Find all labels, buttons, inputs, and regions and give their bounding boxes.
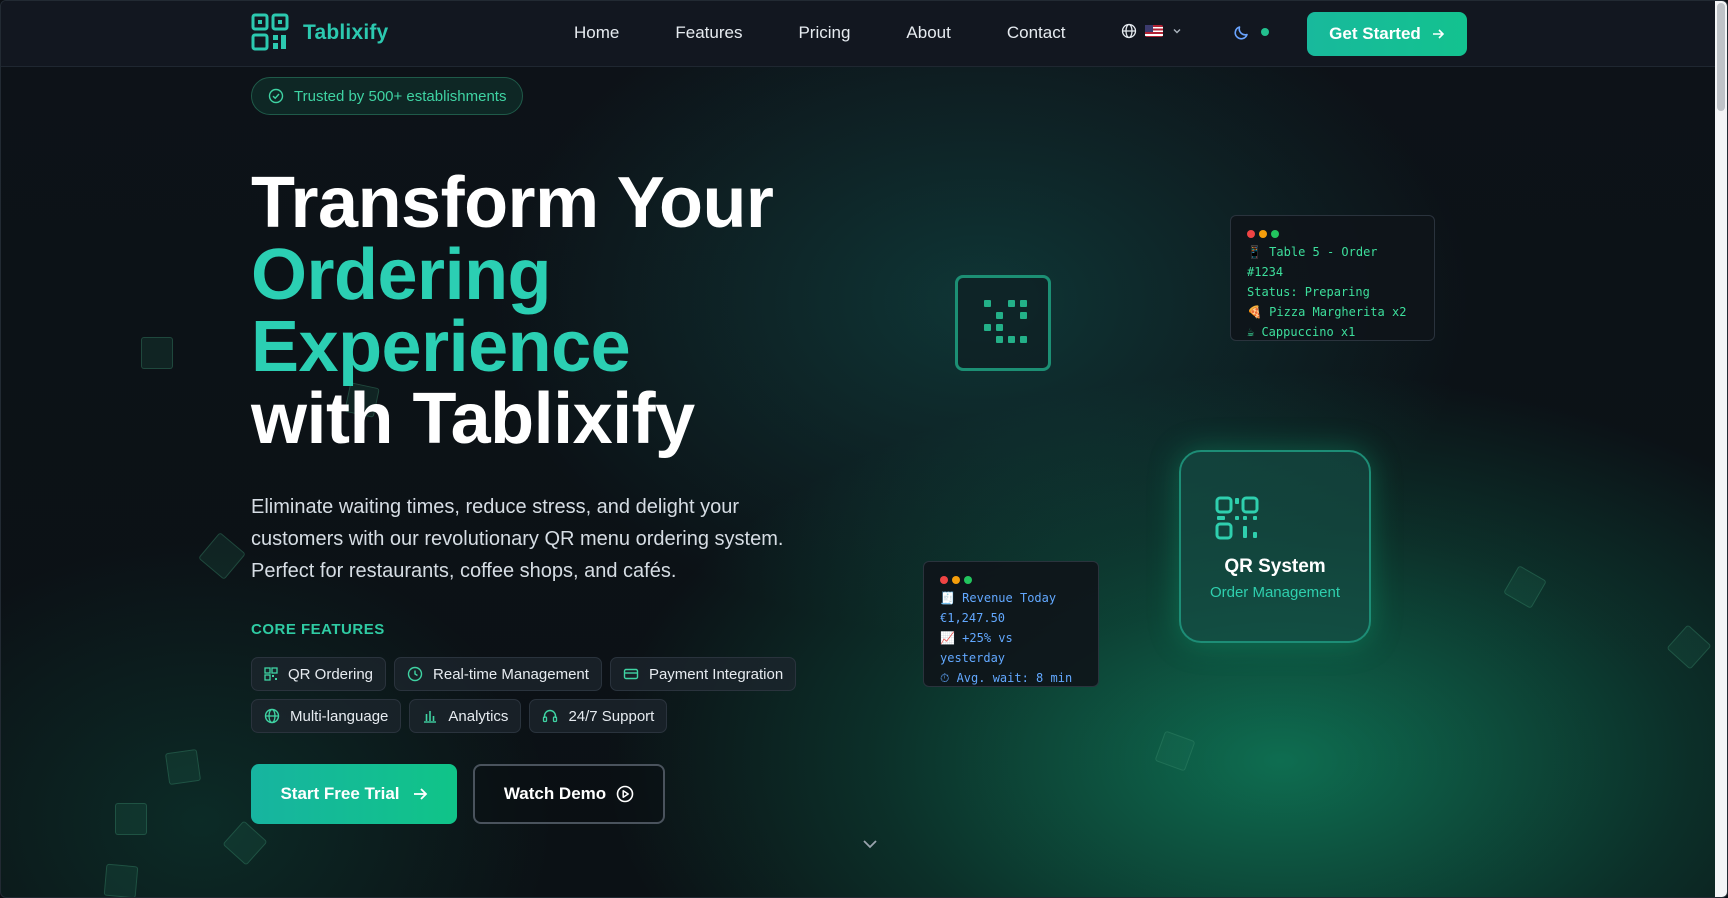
headset-icon bbox=[543, 709, 558, 723]
nav-link-contact[interactable]: Contact bbox=[1007, 23, 1066, 43]
scroll-down-chevron-icon[interactable] bbox=[861, 835, 879, 853]
feature-chips-row-2: Multi-language Analytics 24/7 Support bbox=[251, 699, 668, 733]
scrollbar-thumb[interactable] bbox=[1717, 3, 1725, 111]
check-circle-icon bbox=[268, 88, 284, 104]
qr-icon bbox=[264, 667, 278, 681]
trust-badge-text: Trusted by 500+ establishments bbox=[294, 87, 507, 105]
decor-square bbox=[222, 820, 268, 866]
decor-square bbox=[115, 803, 147, 835]
feature-chips-row-1: QR Ordering Real-time Management Payment… bbox=[251, 657, 797, 691]
qr-system-title: QR System bbox=[1224, 556, 1326, 577]
chevron-down-icon bbox=[1173, 29, 1181, 34]
hero-title-line2: Ordering bbox=[251, 235, 552, 315]
navbar: Tablixify Home Features Pricing About Co… bbox=[1, 1, 1717, 67]
feature-chip-label: Real-time Management bbox=[433, 665, 589, 683]
revenue-line: €1,247.50 bbox=[940, 611, 1006, 625]
play-circle-icon bbox=[616, 785, 634, 803]
start-free-trial-button[interactable]: Start Free Trial bbox=[251, 764, 457, 824]
nav-links: Home Features Pricing About Contact bbox=[574, 23, 1121, 43]
hero-subtitle-line3: Perfect for restaurants, coffee shops, a… bbox=[251, 560, 677, 582]
decor-square bbox=[141, 337, 173, 369]
nav-link-home[interactable]: Home bbox=[574, 23, 619, 43]
credit-card-icon bbox=[623, 668, 639, 680]
get-started-label: Get Started bbox=[1329, 24, 1421, 43]
feature-chip-support: 24/7 Support bbox=[529, 699, 668, 733]
page: Tablixify Home Features Pricing About Co… bbox=[0, 0, 1728, 898]
get-started-button[interactable]: Get Started bbox=[1307, 12, 1467, 56]
moon-icon bbox=[1234, 26, 1248, 40]
hero-title: Transform Your Ordering Experience with … bbox=[251, 163, 774, 459]
trust-badge: Trusted by 500+ establishments bbox=[251, 77, 524, 115]
decor-square bbox=[198, 532, 246, 580]
globe-icon bbox=[1121, 23, 1137, 39]
order-status-card: 📱 Table 5 - Order #1234 Status: Preparin… bbox=[1230, 215, 1435, 341]
feature-chip-multi-language: Multi-language bbox=[251, 699, 402, 733]
order-line: ☕ Cappuccino x1 bbox=[1247, 325, 1356, 339]
hero-subtitle: Eliminate waiting times, reduce stress, … bbox=[251, 491, 851, 587]
feature-chip-real-time: Real-time Management bbox=[394, 657, 602, 691]
language-selector[interactable] bbox=[1121, 23, 1183, 39]
feature-chip-label: Analytics bbox=[448, 707, 509, 725]
hero-subtitle-line2: customers with our revolutionary QR menu… bbox=[251, 528, 784, 550]
status-dot bbox=[1261, 28, 1269, 36]
qr-dots-icon bbox=[984, 300, 1027, 343]
order-line: Status: Preparing bbox=[1247, 285, 1370, 299]
feature-chip-label: Payment Integration bbox=[648, 665, 784, 683]
nav-link-about[interactable]: About bbox=[906, 23, 950, 43]
floating-qr-tile bbox=[955, 275, 1051, 371]
us-flag-icon bbox=[1145, 25, 1163, 37]
decor-square bbox=[164, 748, 202, 786]
globe-icon bbox=[264, 708, 280, 724]
start-free-trial-label: Start Free Trial bbox=[280, 784, 400, 803]
revenue-line: 🧾 Revenue Today bbox=[940, 591, 1057, 605]
bar-chart-icon bbox=[424, 711, 437, 723]
feature-chip-label: 24/7 Support bbox=[568, 707, 655, 725]
brand-logo[interactable]: Tablixify bbox=[251, 13, 388, 53]
feature-chip-label: QR Ordering bbox=[288, 665, 374, 683]
hero-subtitle-line1: Eliminate waiting times, reduce stress, … bbox=[251, 496, 740, 518]
watch-demo-button[interactable]: Watch Demo bbox=[473, 764, 665, 824]
order-line: 🍕 Pizza Margherita x2 bbox=[1247, 305, 1407, 319]
logo-qr-icon bbox=[251, 13, 289, 51]
decor-square bbox=[1503, 565, 1547, 609]
revenue-line: ⏱ Avg. wait: 8 min bbox=[940, 671, 1073, 685]
decor-square bbox=[1154, 730, 1196, 772]
hero-title-line4: with Tablixify bbox=[251, 379, 695, 459]
qr-system-subtitle: Order Management bbox=[1209, 584, 1341, 601]
arrow-right-icon bbox=[1432, 29, 1444, 39]
brand-name: Tablixify bbox=[303, 21, 389, 44]
clock-icon bbox=[407, 666, 423, 682]
decor-square bbox=[103, 863, 139, 897]
feature-chip-qr-ordering: QR Ordering bbox=[251, 657, 387, 691]
qr-code-icon bbox=[1215, 496, 1259, 540]
revenue-card: 🧾 Revenue Today €1,247.50 📈 +25% vs yest… bbox=[923, 561, 1099, 687]
qr-system-card: QR System Order Management bbox=[1179, 450, 1371, 643]
feature-chip-payment: Payment Integration bbox=[609, 657, 797, 691]
feature-chip-analytics: Analytics bbox=[409, 699, 522, 733]
theme-toggle[interactable] bbox=[1233, 23, 1269, 41]
hero-title-line1: Transform Your bbox=[251, 163, 774, 243]
nav-link-pricing[interactable]: Pricing bbox=[798, 23, 850, 43]
decor-square bbox=[1666, 624, 1712, 670]
page-scrollbar[interactable] bbox=[1715, 1, 1727, 897]
watch-demo-label: Watch Demo bbox=[503, 784, 607, 803]
hero-title-line3: Experience bbox=[251, 307, 631, 387]
arrow-right-icon bbox=[413, 788, 427, 800]
feature-chip-label: Multi-language bbox=[290, 707, 389, 725]
order-line: 📱 Table 5 - Order #1234 bbox=[1247, 245, 1378, 279]
core-features-label: CORE FEATURES bbox=[251, 621, 385, 638]
window-dots bbox=[1247, 230, 1418, 238]
revenue-line: 📈 +25% vs yesterday bbox=[940, 631, 1013, 665]
nav-link-features[interactable]: Features bbox=[675, 23, 742, 43]
window-dots bbox=[940, 576, 1082, 584]
